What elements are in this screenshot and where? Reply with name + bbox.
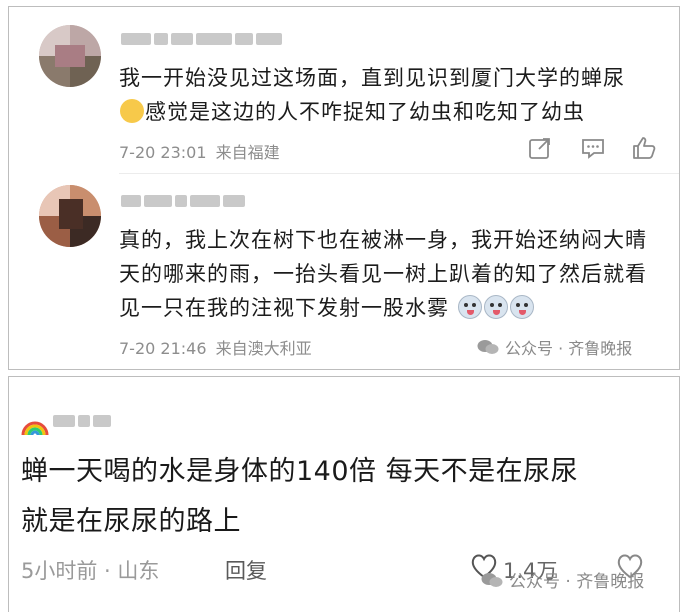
comment-line: 真的，我上次在树下也在被淋一身，我开始还纳闷大晴: [119, 228, 647, 252]
avatar[interactable]: [39, 185, 101, 247]
comment-time: 7-20 23:01: [119, 143, 207, 162]
thinking-emoji-icon: [120, 99, 144, 123]
rainbow-icon: [21, 409, 49, 437]
username-blurred[interactable]: [53, 413, 111, 429]
post-line: 就是在尿尿的路上: [21, 506, 241, 537]
post-text: 蝉一天喝的水是身体的140倍 每天不是在尿尿 就是在尿尿的路上: [21, 447, 578, 547]
drooling-emoji-icon: [483, 295, 508, 319]
username-blurred[interactable]: [121, 193, 245, 209]
comment-line: 感觉是这边的人不咋捉知了幼虫和吃知了幼虫: [119, 95, 625, 129]
watermark: 公众号 · 齐鲁晚报: [481, 567, 644, 592]
wechat-icon: [477, 338, 499, 356]
comment-icon[interactable]: [580, 135, 606, 161]
comment-line: 我一开始没见过这场面，直到见识到厦门大学的蝉尿: [119, 66, 625, 90]
watermark-text: 公众号 · 齐鲁晚报: [509, 572, 645, 592]
avatar[interactable]: [39, 25, 101, 87]
comment-text: 真的，我上次在树下也在被淋一身，我开始还纳闷大晴 天的哪来的雨，一抬头看见一树上…: [119, 223, 647, 325]
watermark-text: 公众号 · 齐鲁晚报: [505, 339, 633, 358]
comment-text: 我一开始没见过这场面，直到见识到厦门大学的蝉尿 感觉是这边的人不咋捉知了幼虫和吃…: [119, 61, 625, 129]
divider: [119, 173, 679, 174]
comment-meta: 7-20 21:46 来自澳大利亚: [119, 335, 316, 359]
post-panel: 蝉一天喝的水是身体的140倍 每天不是在尿尿 就是在尿尿的路上 5小时前 · 山…: [8, 376, 680, 612]
comment-line: 见一只在我的注视下发射一股水雾: [119, 291, 647, 325]
username-blurred[interactable]: [121, 31, 282, 47]
comment-line: 天的哪来的雨，一抬头看见一树上趴着的知了然后就看: [119, 262, 647, 286]
comment-time: 7-20 21:46: [119, 339, 207, 358]
post-line: 蝉一天喝的水是身体的140倍 每天不是在尿尿: [21, 456, 579, 487]
comments-panel: 我一开始没见过这场面，直到见识到厦门大学的蝉尿 感觉是这边的人不咋捉知了幼虫和吃…: [8, 6, 680, 370]
wechat-icon: [481, 571, 503, 589]
post-meta: 5小时前 · 山东: [21, 559, 160, 583]
drooling-emoji-icon: [457, 295, 482, 319]
like-icon[interactable]: [631, 135, 657, 161]
comment-meta: 7-20 23:01 来自福建: [119, 139, 284, 163]
drooling-emoji-icon: [509, 295, 534, 319]
share-icon[interactable]: [527, 135, 553, 161]
comment-location: 来自澳大利亚: [215, 339, 312, 358]
comment-location: 来自福建: [215, 143, 280, 162]
reply-button[interactable]: 回复: [225, 555, 267, 585]
watermark: 公众号 · 齐鲁晚报: [477, 335, 632, 359]
